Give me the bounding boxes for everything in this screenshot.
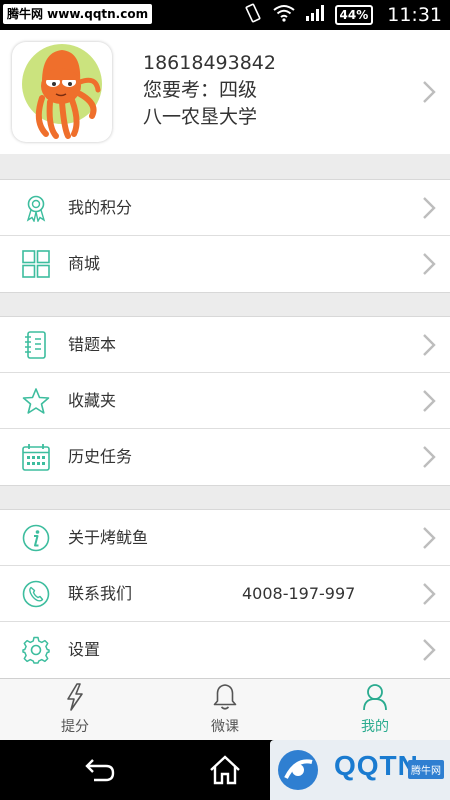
home-icon[interactable] — [208, 754, 242, 786]
chevron-right-icon — [422, 445, 436, 469]
site-watermark: QQTN 腾牛网 — [270, 740, 450, 800]
watermark-label: 腾牛网 www.qqtn.com — [3, 4, 153, 24]
wifi-icon — [272, 4, 295, 26]
menu-item-favorites[interactable]: 收藏夹 — [0, 373, 450, 429]
star-icon — [22, 387, 50, 415]
nav-tab-label: 提分 — [61, 719, 89, 735]
menu-group-points: 我的积分 商城 — [0, 179, 450, 293]
menu-item-label: 收藏夹 — [68, 391, 117, 410]
phone-icon — [22, 580, 50, 608]
menu-item-label: 错题本 — [68, 335, 117, 354]
status-bar: 腾牛网 www.qqtn.com 44% 11:31 — [0, 0, 450, 30]
lightning-icon — [62, 683, 88, 711]
nav-tab-mine[interactable]: 我的 — [300, 679, 450, 740]
profile-card[interactable]: 18618493842 您要考：四级 八一农垦大学 — [0, 30, 450, 154]
gear-icon — [22, 636, 50, 664]
phone-number: 18618493842 — [143, 52, 276, 74]
menu-item-my-points[interactable]: 我的积分 — [0, 180, 450, 236]
back-icon[interactable] — [82, 754, 116, 786]
menu-item-mall[interactable]: 商城 — [0, 236, 450, 292]
nav-tab-micro-lessons[interactable]: 微课 — [150, 679, 300, 740]
profile-info: 18618493842 您要考：四级 八一农垦大学 — [143, 50, 276, 131]
menu-item-label: 我的积分 — [68, 198, 133, 217]
menu-group-study: 错题本 收藏夹 历史任务 — [0, 316, 450, 486]
nav-tab-label: 我的 — [361, 719, 389, 735]
award-ribbon-icon — [22, 194, 50, 223]
signal-icon — [305, 4, 325, 26]
menu-item-label: 关于烤鱿鱼 — [68, 528, 149, 547]
vibrate-icon — [243, 3, 263, 27]
battery-indicator: 44% — [334, 5, 374, 25]
school-name: 八一农垦大学 — [143, 106, 258, 128]
menu-item-label: 联系我们 — [68, 584, 133, 603]
person-icon — [362, 683, 388, 711]
chevron-right-icon — [422, 526, 436, 550]
chevron-right-icon — [422, 252, 436, 276]
menu-item-wrong-questions[interactable]: 错题本 — [0, 317, 450, 373]
clock: 11:31 — [387, 4, 442, 26]
exam-target: 您要考：四级 — [143, 79, 258, 101]
watermark-logo-icon — [278, 750, 318, 790]
menu-item-label: 设置 — [68, 640, 101, 659]
chevron-right-icon — [422, 582, 436, 606]
system-navigation-bar: QQTN 腾牛网 — [0, 740, 450, 800]
grid-icon — [22, 250, 50, 278]
menu-item-label: 商城 — [68, 254, 101, 273]
bell-icon — [212, 683, 238, 711]
nav-tab-label: 微课 — [211, 719, 239, 735]
status-icons: 44% 11:31 — [243, 0, 442, 30]
chevron-right-icon — [422, 196, 436, 220]
menu-group-about: 关于烤鱿鱼 联系我们 4008-197-997 设置 — [0, 509, 450, 679]
watermark-tag: 腾牛网 — [408, 760, 444, 779]
menu-item-about[interactable]: 关于烤鱿鱼 — [0, 510, 450, 566]
chevron-right-icon — [422, 389, 436, 413]
chevron-right-icon — [422, 333, 436, 357]
watermark-text: QQTN — [334, 750, 419, 781]
menu-item-history-tasks[interactable]: 历史任务 — [0, 429, 450, 485]
nav-tab-improve[interactable]: 提分 — [0, 679, 150, 740]
menu-item-settings[interactable]: 设置 — [0, 622, 450, 678]
contact-phone-number[interactable]: 4008-197-997 — [242, 566, 355, 622]
menu-item-label: 历史任务 — [68, 447, 133, 466]
calendar-icon — [22, 443, 50, 471]
info-icon — [22, 524, 50, 552]
menu-item-contact-us[interactable]: 联系我们 4008-197-997 — [0, 566, 450, 622]
chevron-right-icon — [422, 80, 436, 104]
notebook-icon — [22, 331, 50, 359]
bottom-navigation: 提分 微课 我的 — [0, 678, 450, 740]
avatar[interactable] — [12, 42, 112, 142]
chevron-right-icon — [422, 638, 436, 662]
